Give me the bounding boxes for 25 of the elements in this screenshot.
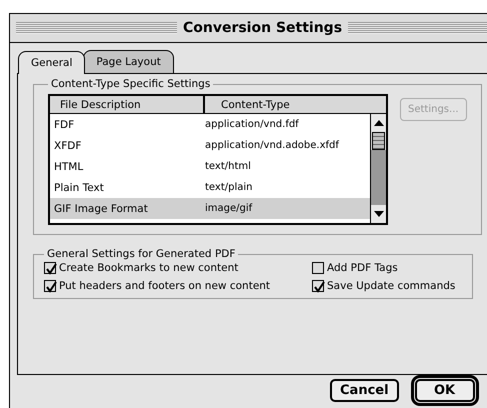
group-title: General Settings for Generated PDF bbox=[46, 248, 236, 260]
checkbox-label: Add PDF Tags bbox=[327, 262, 398, 274]
table-row[interactable]: FDF application/vnd.fdf bbox=[50, 114, 370, 135]
scroll-thumb[interactable] bbox=[372, 132, 385, 150]
tab[interactable]: General bbox=[18, 51, 86, 74]
checkbox-label: Save Update commands bbox=[327, 280, 456, 292]
group-title: Content-Type Specific Settings bbox=[50, 78, 212, 90]
column-header[interactable]: Content-Type bbox=[205, 96, 386, 113]
table-row[interactable]: Plain Text text/plain bbox=[50, 177, 370, 198]
table-row[interactable]: XFDF application/vnd.adobe.xfdf bbox=[50, 135, 370, 156]
checkbox-label: Create Bookmarks to new content bbox=[59, 262, 238, 274]
cancel-button[interactable]: Cancel bbox=[330, 379, 399, 402]
checkbox[interactable] bbox=[312, 262, 324, 274]
checkbox[interactable] bbox=[44, 262, 56, 274]
checkbox[interactable] bbox=[44, 280, 56, 292]
scrollbar[interactable] bbox=[370, 114, 386, 223]
window-title: Conversion Settings bbox=[182, 20, 342, 36]
table-row[interactable]: GIF Image Format image/gif bbox=[50, 198, 370, 219]
scroll-down-arrow-icon[interactable] bbox=[374, 211, 384, 217]
scroll-up-arrow-icon[interactable] bbox=[374, 120, 384, 126]
column-header[interactable]: File Description bbox=[50, 96, 205, 113]
table-row[interactable]: HTML text/html bbox=[50, 156, 370, 177]
checkbox-label: Put headers and footers on new content bbox=[59, 280, 270, 292]
checkbox[interactable] bbox=[312, 280, 324, 292]
tab[interactable]: Page Layout bbox=[83, 50, 174, 73]
